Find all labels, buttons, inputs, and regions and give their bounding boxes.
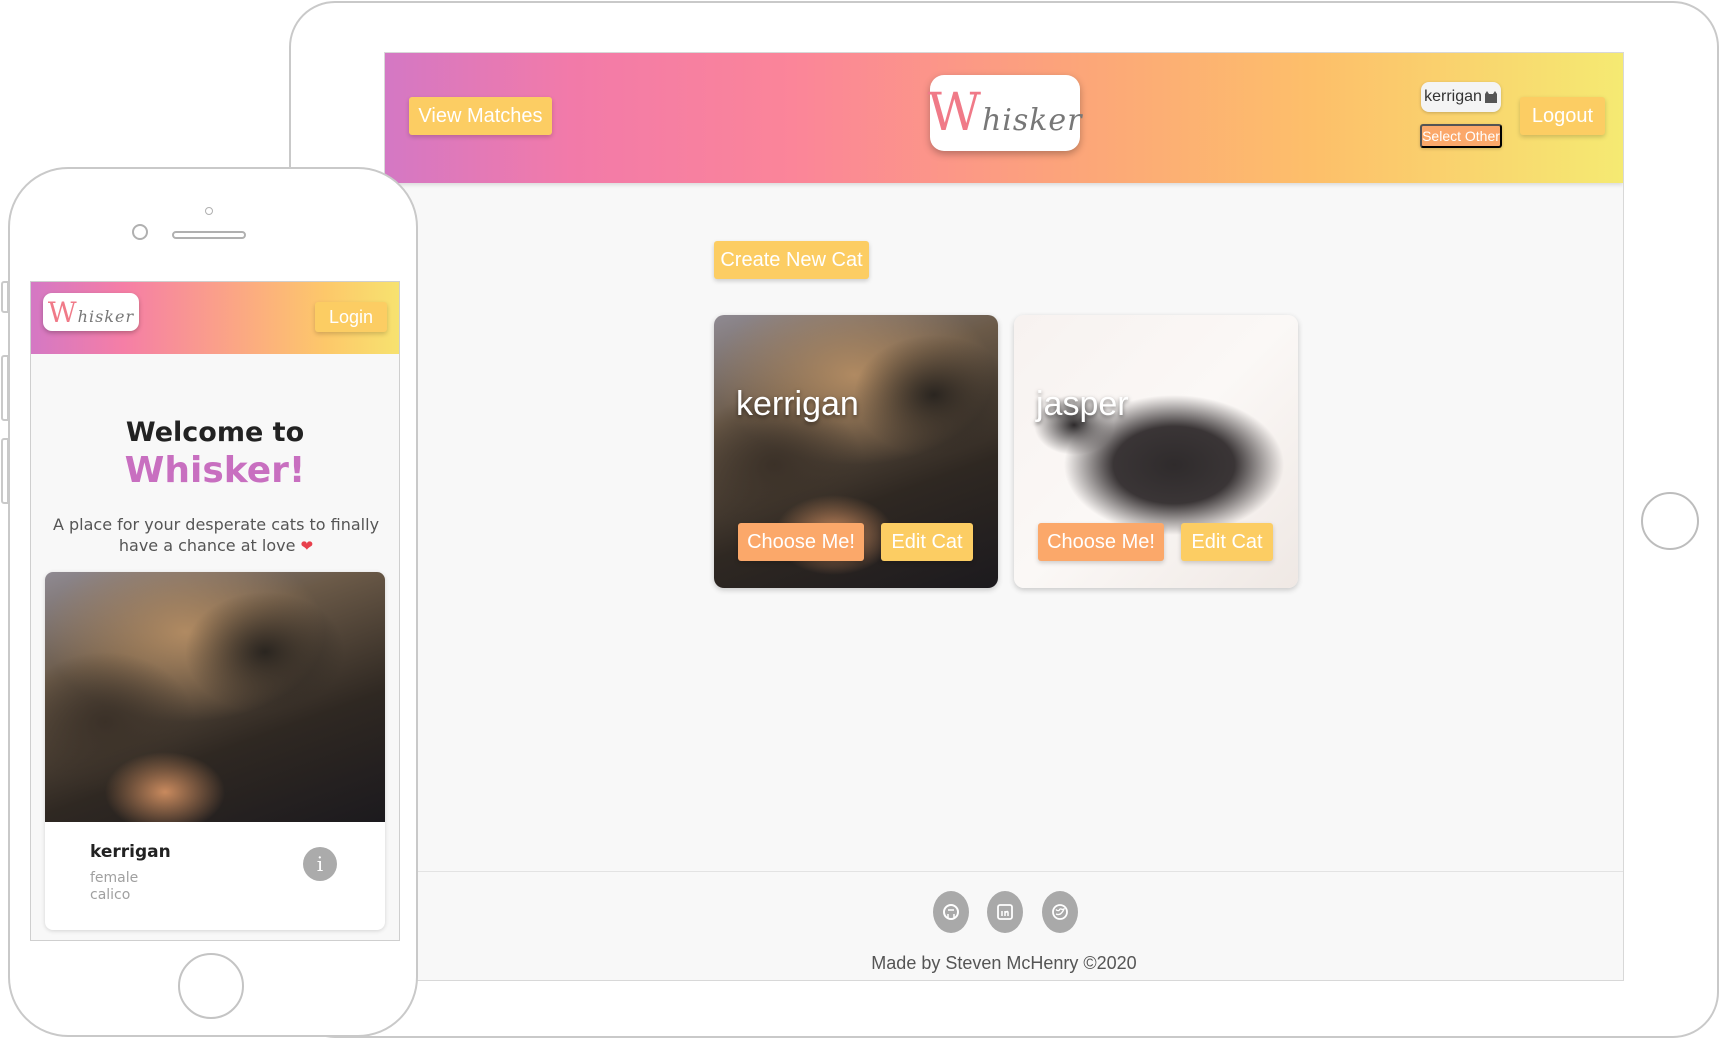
cat-gender: female: [90, 870, 139, 886]
logo-rest: hisker: [981, 103, 1083, 138]
cat-name: kerrigan: [90, 842, 171, 862]
choose-me-button[interactable]: Choose Me!: [1038, 523, 1164, 561]
phone-camera: [132, 224, 148, 240]
logo-text: Whisker: [48, 296, 134, 329]
twitter-glyph: [1052, 904, 1068, 920]
welcome-heading: Welcome to: [125, 417, 305, 448]
info-icon[interactable]: i: [303, 847, 337, 881]
create-new-cat-button[interactable]: Create New Cat: [714, 241, 869, 279]
selected-cat-chip[interactable]: kerrigan: [1421, 82, 1501, 112]
mobile-header: Whisker Login: [31, 282, 399, 354]
brand-heading: Whisker!: [124, 450, 306, 491]
footer-credit: Made by Steven McHenry ©2020: [871, 953, 1137, 973]
tagline: A place for your desperate cats to final…: [43, 514, 389, 557]
cat-photo: [45, 572, 385, 822]
view-matches-button[interactable]: View Matches: [409, 97, 552, 135]
github-glyph: [943, 904, 959, 920]
whisker-logo[interactable]: Whisker: [43, 293, 139, 331]
cat-name: kerrigan: [736, 385, 859, 423]
phone-sensor: [205, 207, 213, 215]
heart-icon: ❤: [300, 537, 314, 555]
cat-card-jasper: jasper Choose Me! Edit Cat: [1014, 315, 1298, 588]
github-icon[interactable]: [933, 891, 969, 933]
logo-text: Whisker: [927, 83, 1082, 143]
linkedin-glyph: [997, 904, 1013, 920]
whisker-logo[interactable]: Whisker: [927, 75, 1082, 151]
login-button[interactable]: Login: [315, 302, 387, 332]
logo-w: W: [927, 83, 982, 143]
footer-divider: [385, 871, 1623, 872]
mobile-screen: Whisker Login Welcome to Whisker! A plac…: [30, 281, 400, 941]
cat-profile-card: kerrigan female calico i: [45, 572, 385, 930]
desktop-header: View Matches Whisker kerrigan Select Oth…: [385, 53, 1623, 183]
edit-cat-button[interactable]: Edit Cat: [881, 523, 973, 561]
tablet-home-button: [1641, 492, 1699, 550]
linkedin-icon[interactable]: [987, 891, 1023, 933]
logo-rest: hisker: [77, 306, 135, 326]
logo-w: W: [47, 295, 78, 329]
edit-cat-button[interactable]: Edit Cat: [1181, 523, 1273, 561]
twitter-icon[interactable]: [1042, 891, 1078, 933]
choose-me-button[interactable]: Choose Me!: [738, 523, 864, 561]
desktop-screen: View Matches Whisker kerrigan Select Oth…: [384, 52, 1624, 981]
cat-icon: [1484, 91, 1497, 103]
cat-card-kerrigan: kerrigan Choose Me! Edit Cat: [714, 315, 998, 588]
cat-breed: calico: [90, 887, 131, 903]
phone-speaker: [172, 231, 246, 239]
selected-cat-name: kerrigan: [1424, 88, 1482, 105]
phone-home-button: [178, 953, 244, 1019]
cat-name: jasper: [1036, 385, 1129, 423]
select-other-button[interactable]: Select Other: [1420, 124, 1502, 148]
logout-button[interactable]: Logout: [1520, 97, 1605, 135]
tagline-text: A place for your desperate cats to final…: [52, 515, 380, 555]
